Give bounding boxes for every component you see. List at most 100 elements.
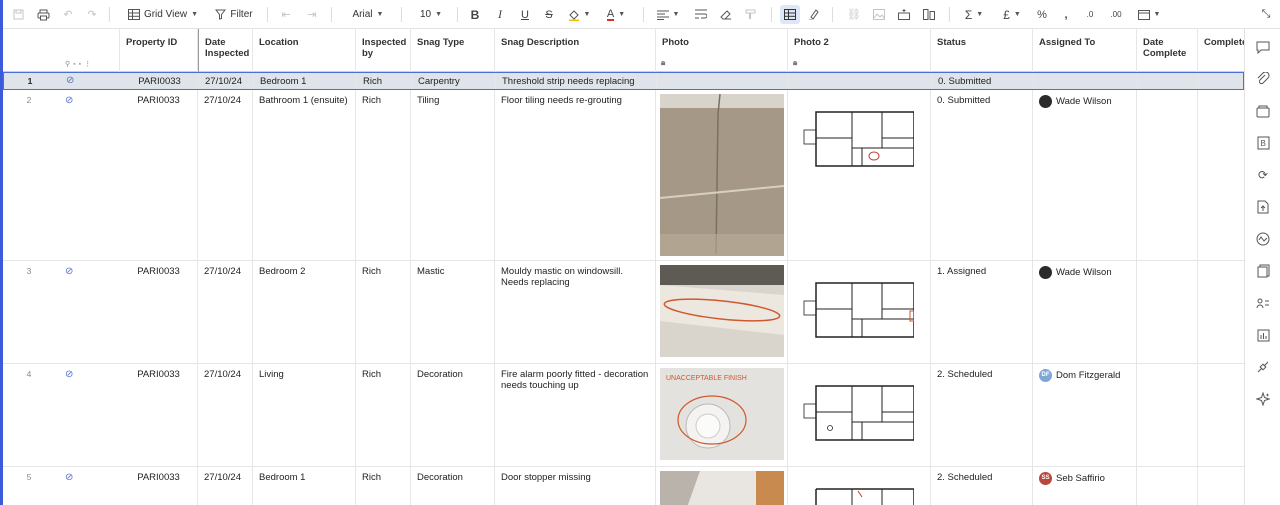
redo-icon[interactable]: ↷ <box>85 5 99 24</box>
col-header-date-inspected[interactable]: Date Inspected <box>198 29 253 72</box>
cell-location[interactable]: Bedroom 1 <box>254 73 357 89</box>
cell-property-id[interactable]: PARI0033 <box>120 364 198 466</box>
attachment-icon[interactable]: ⊘ <box>65 95 73 106</box>
grid-view-dropdown[interactable]: Grid View ▼ <box>123 5 203 24</box>
cell-photo[interactable] <box>656 261 788 363</box>
col-header-photo[interactable]: Photo 🔒︎ <box>656 29 788 72</box>
table-row[interactable]: 2 ⊘ PARI0033 27/10/24 Bathroom 1 (ensuit… <box>3 90 1244 261</box>
table-row[interactable]: 5 ⊘ PARI0033 27/10/24 Bedroom 1 Rich Dec… <box>3 467 1244 505</box>
cell-snag-type[interactable]: Tiling <box>411 90 495 260</box>
attachment-icon[interactable]: ⊘ <box>66 75 74 86</box>
currency-button[interactable]: £ ▼ <box>997 5 1027 24</box>
cell-status[interactable]: 1. Assigned <box>931 261 1033 363</box>
cell-date-complete[interactable] <box>1137 261 1198 363</box>
columns-icon[interactable] <box>921 5 937 24</box>
cell-date-inspected[interactable]: 27/10/24 <box>198 90 253 260</box>
cell-property-id[interactable]: PARI0033 <box>120 467 198 505</box>
cell-photo-2[interactable] <box>788 261 931 363</box>
cell-snag-type[interactable]: Decoration <box>411 364 495 466</box>
attachment-icon[interactable]: ⊘ <box>65 369 73 380</box>
cell-inspected-by[interactable]: Rich <box>357 73 412 89</box>
fill-color-button[interactable]: ▼ <box>565 5 593 24</box>
col-header-snag-description[interactable]: Snag Description <box>495 29 656 72</box>
cell-inspected-by[interactable]: Rich <box>356 364 411 466</box>
col-header-status[interactable]: Status <box>931 29 1033 72</box>
cell-date-complete[interactable] <box>1137 467 1198 505</box>
print-icon[interactable] <box>35 5 51 24</box>
link-icon[interactable]: ⛓ <box>846 5 862 24</box>
summary-icon[interactable]: B <box>1255 135 1271 151</box>
cell-inspected-by[interactable]: Rich <box>356 261 411 363</box>
floorplan-photo[interactable] <box>802 487 914 505</box>
decrease-decimal-icon[interactable]: .0 <box>1081 5 1099 24</box>
wrap-text-icon[interactable] <box>693 5 709 24</box>
font-family-dropdown[interactable]: Arial ▼ <box>345 5 387 24</box>
chart-icon[interactable] <box>1255 327 1271 343</box>
attachment-icon[interactable]: ⊘ <box>65 266 73 277</box>
cell-snag-description[interactable]: Fire alarm poorly fitted - decoration ne… <box>495 364 656 466</box>
text-color-button[interactable]: A ▼ <box>601 5 631 24</box>
cell-status[interactable]: 0. Submitted <box>931 90 1033 260</box>
cell-photo[interactable] <box>657 73 789 89</box>
cell-date-inspected[interactable]: 27/10/24 <box>199 73 254 89</box>
filter-button[interactable]: Filter <box>213 5 255 24</box>
cell-photo[interactable] <box>656 90 788 260</box>
cell-inspected-by[interactable]: Rich <box>356 90 411 260</box>
floorplan-photo[interactable] <box>802 384 914 446</box>
cell-property-id[interactable]: PARI0033 <box>120 90 198 260</box>
comment-icon[interactable] <box>1255 39 1271 55</box>
floorplan-photo[interactable] <box>802 110 914 172</box>
proofing-icon[interactable] <box>1255 103 1271 119</box>
col-header-inspected-by[interactable]: Inspected by <box>356 29 411 72</box>
col-header-location[interactable]: Location <box>253 29 356 72</box>
cell-date-inspected[interactable]: 27/10/24 <box>198 467 253 505</box>
cell-date-inspected[interactable]: 27/10/24 <box>198 261 253 363</box>
cell-snag-type[interactable]: Decoration <box>411 467 495 505</box>
cell-location[interactable]: Bathroom 1 (ensuite) <box>253 90 356 260</box>
cell-photo[interactable]: UNACCEPTABLE FINISH <box>656 364 788 466</box>
highlight-icon[interactable] <box>806 5 822 24</box>
connector-icon[interactable] <box>1255 359 1271 375</box>
cell-photo-2[interactable] <box>788 364 931 466</box>
door-stopper-photo[interactable] <box>660 471 784 505</box>
cell-assigned-to[interactable]: DF Dom Fitzgerald <box>1033 364 1137 466</box>
cell-photo-2[interactable] <box>788 90 931 260</box>
cell-date-complete[interactable] <box>1138 73 1199 89</box>
ai-sparkle-icon[interactable] <box>1255 391 1271 407</box>
clear-format-icon[interactable] <box>718 5 734 24</box>
undo-icon[interactable]: ↶ <box>61 5 75 24</box>
col-header-photo-2[interactable]: Photo 2 🔒︎ <box>788 29 931 72</box>
indent-icon[interactable]: ⇥ <box>305 5 319 24</box>
cell-location[interactable]: Bedroom 1 <box>253 467 356 505</box>
gridlines-toggle-icon[interactable] <box>780 5 800 24</box>
col-header-assigned-to[interactable]: Assigned To <box>1033 29 1137 72</box>
cell-status[interactable]: 2. Scheduled <box>931 364 1033 466</box>
automation-icon[interactable] <box>1255 231 1271 247</box>
cell-date-complete[interactable] <box>1137 364 1198 466</box>
col-header-snag-type[interactable]: Snag Type <box>411 29 495 72</box>
cell-property-id[interactable]: PARI0033 <box>121 73 199 89</box>
cell-assigned-to[interactable]: Wade Wilson <box>1033 90 1137 260</box>
save-icon[interactable] <box>11 5 25 24</box>
cell-date-complete[interactable] <box>1137 90 1198 260</box>
attachment-icon[interactable]: ⊘ <box>65 472 73 483</box>
underline-icon[interactable]: U <box>517 5 533 24</box>
sum-button[interactable]: Σ ▼ <box>959 5 989 24</box>
italic-icon[interactable]: I <box>492 5 508 24</box>
format-painter-icon[interactable] <box>743 5 759 24</box>
outdent-icon[interactable]: ⇤ <box>279 5 293 24</box>
cell-date-inspected[interactable]: 27/10/24 <box>198 364 253 466</box>
align-button[interactable]: ▼ <box>654 5 682 24</box>
strikethrough-icon[interactable]: S <box>541 5 557 24</box>
bold-icon[interactable]: B <box>467 5 483 24</box>
increase-decimal-icon[interactable]: .00 <box>1106 5 1126 24</box>
image-icon[interactable] <box>871 5 887 24</box>
cell-snag-type[interactable]: Mastic <box>411 261 495 363</box>
comma-icon[interactable]: , <box>1058 5 1074 24</box>
cell-snag-description[interactable]: Door stopper missing <box>495 467 656 505</box>
cell-property-id[interactable]: PARI0033 <box>120 261 198 363</box>
tile-photo[interactable] <box>660 94 784 256</box>
table-row[interactable]: 3 ⊘ PARI0033 27/10/24 Bedroom 2 Rich Mas… <box>3 261 1244 364</box>
percent-icon[interactable]: % <box>1034 5 1050 24</box>
cell-assigned-to[interactable] <box>1034 73 1138 89</box>
